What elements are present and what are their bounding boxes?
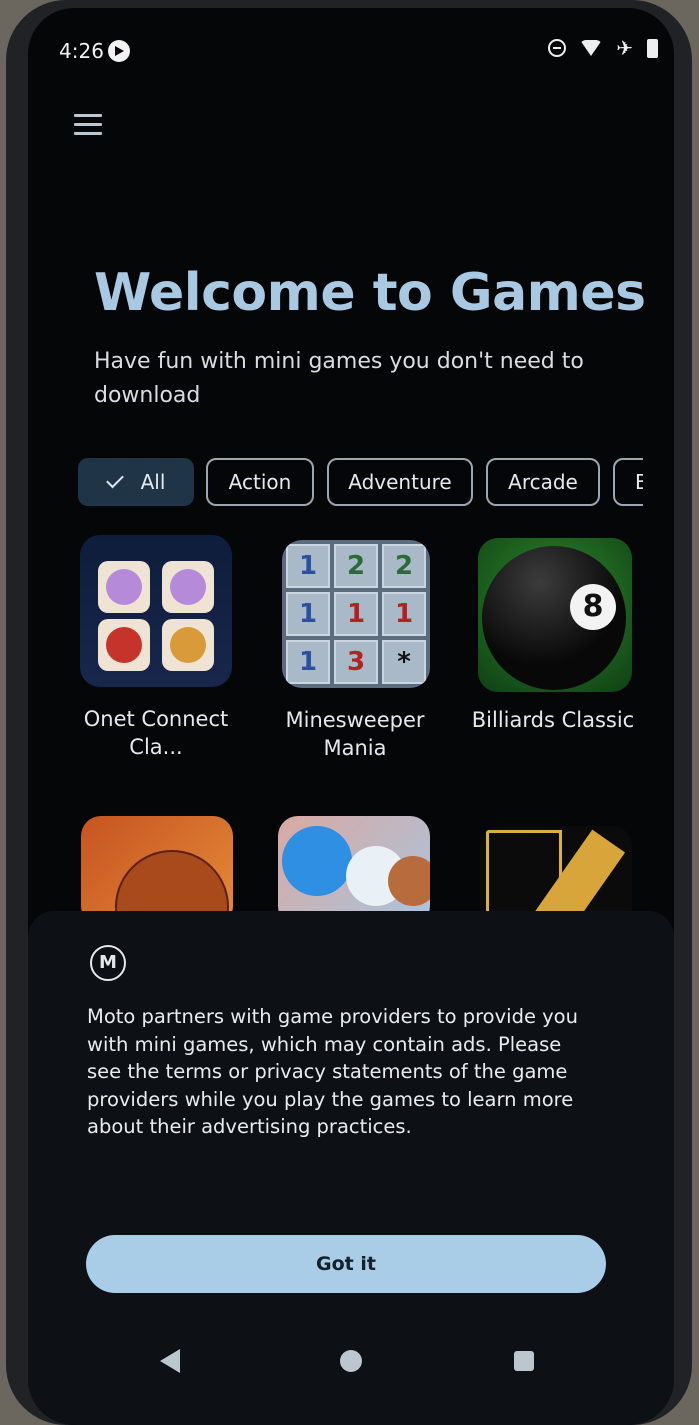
filter-chip-label: All (140, 470, 166, 494)
page-subtitle: Have fun with mini games you don't need … (94, 349, 584, 408)
screen: 4:26 ✈ Welcome to Games Have fun with mi… (28, 8, 674, 1425)
filter-chip-label: Action (228, 470, 292, 494)
category-filters: All Action Adventure Arcade B (78, 458, 643, 510)
got-it-button[interactable]: Got it (86, 1235, 606, 1293)
filter-chip-all[interactable]: All (78, 458, 194, 506)
recents-icon[interactable] (514, 1351, 534, 1371)
game-name[interactable]: Onet Connect Cla... (61, 705, 251, 761)
billiard-ball-icon: 8 (482, 546, 626, 690)
phone-frame: 4:26 ✈ Welcome to Games Have fun with mi… (6, 0, 692, 1425)
filter-chip-label: B (635, 470, 643, 494)
game-name[interactable]: Minesweeper Mania (260, 706, 450, 762)
game-billiards-thumbnail[interactable]: 8 (478, 538, 632, 692)
mine-icon: * (382, 640, 426, 684)
navigation-bar (28, 1333, 674, 1413)
status-icons: ✈ (548, 38, 658, 58)
mine-cell: 2 (334, 544, 378, 588)
menu-icon[interactable] (74, 114, 102, 136)
koala-icon (282, 826, 352, 896)
filter-chip-label: Arcade (508, 470, 578, 494)
page-title: Welcome to Games (94, 263, 646, 323)
game-name[interactable]: Billiards Classic (458, 706, 648, 734)
back-icon[interactable] (160, 1349, 180, 1373)
airplane-icon: ✈ (616, 36, 633, 60)
filter-chip-arcade[interactable]: Arcade (486, 458, 600, 506)
tile-giraffe (162, 619, 214, 671)
ball-number: 8 (570, 584, 616, 630)
mine-cell: 1 (286, 592, 330, 636)
play-notification-icon (108, 40, 130, 62)
filter-chip-partial[interactable]: B (613, 458, 643, 506)
battery-icon (647, 38, 658, 58)
status-bar: 4:26 ✈ (28, 8, 674, 88)
game-onet-thumbnail[interactable] (80, 535, 232, 687)
tile-bird (98, 619, 150, 671)
wifi-icon (580, 40, 603, 56)
mine-cell: 1 (286, 640, 330, 684)
filter-chip-action[interactable]: Action (206, 458, 314, 506)
mine-cell: 3 (334, 640, 378, 684)
check-icon (105, 470, 124, 488)
tile-bear (162, 561, 214, 613)
ads-notice-text: Moto partners with game providers to pro… (87, 1005, 578, 1138)
do-not-disturb-icon (548, 39, 567, 57)
game-koala-thumbnail[interactable] (278, 816, 430, 926)
game-basketball-thumbnail[interactable] (81, 816, 233, 926)
filter-chip-label: Adventure (348, 470, 452, 494)
status-time: 4:26 (59, 39, 104, 63)
mine-cell: 1 (382, 592, 426, 636)
mine-cell: 1 (286, 544, 330, 588)
filter-chip-adventure[interactable]: Adventure (327, 458, 473, 506)
tile-bear (98, 561, 150, 613)
motorola-logo-icon: M (90, 945, 126, 981)
mine-cell: 1 (334, 592, 378, 636)
game-minesweeper-thumbnail[interactable]: 1 2 2 1 1 1 1 3 * (282, 540, 430, 688)
bear-icon (388, 856, 430, 906)
mine-cell: 2 (382, 544, 426, 588)
home-icon[interactable] (340, 1350, 362, 1372)
